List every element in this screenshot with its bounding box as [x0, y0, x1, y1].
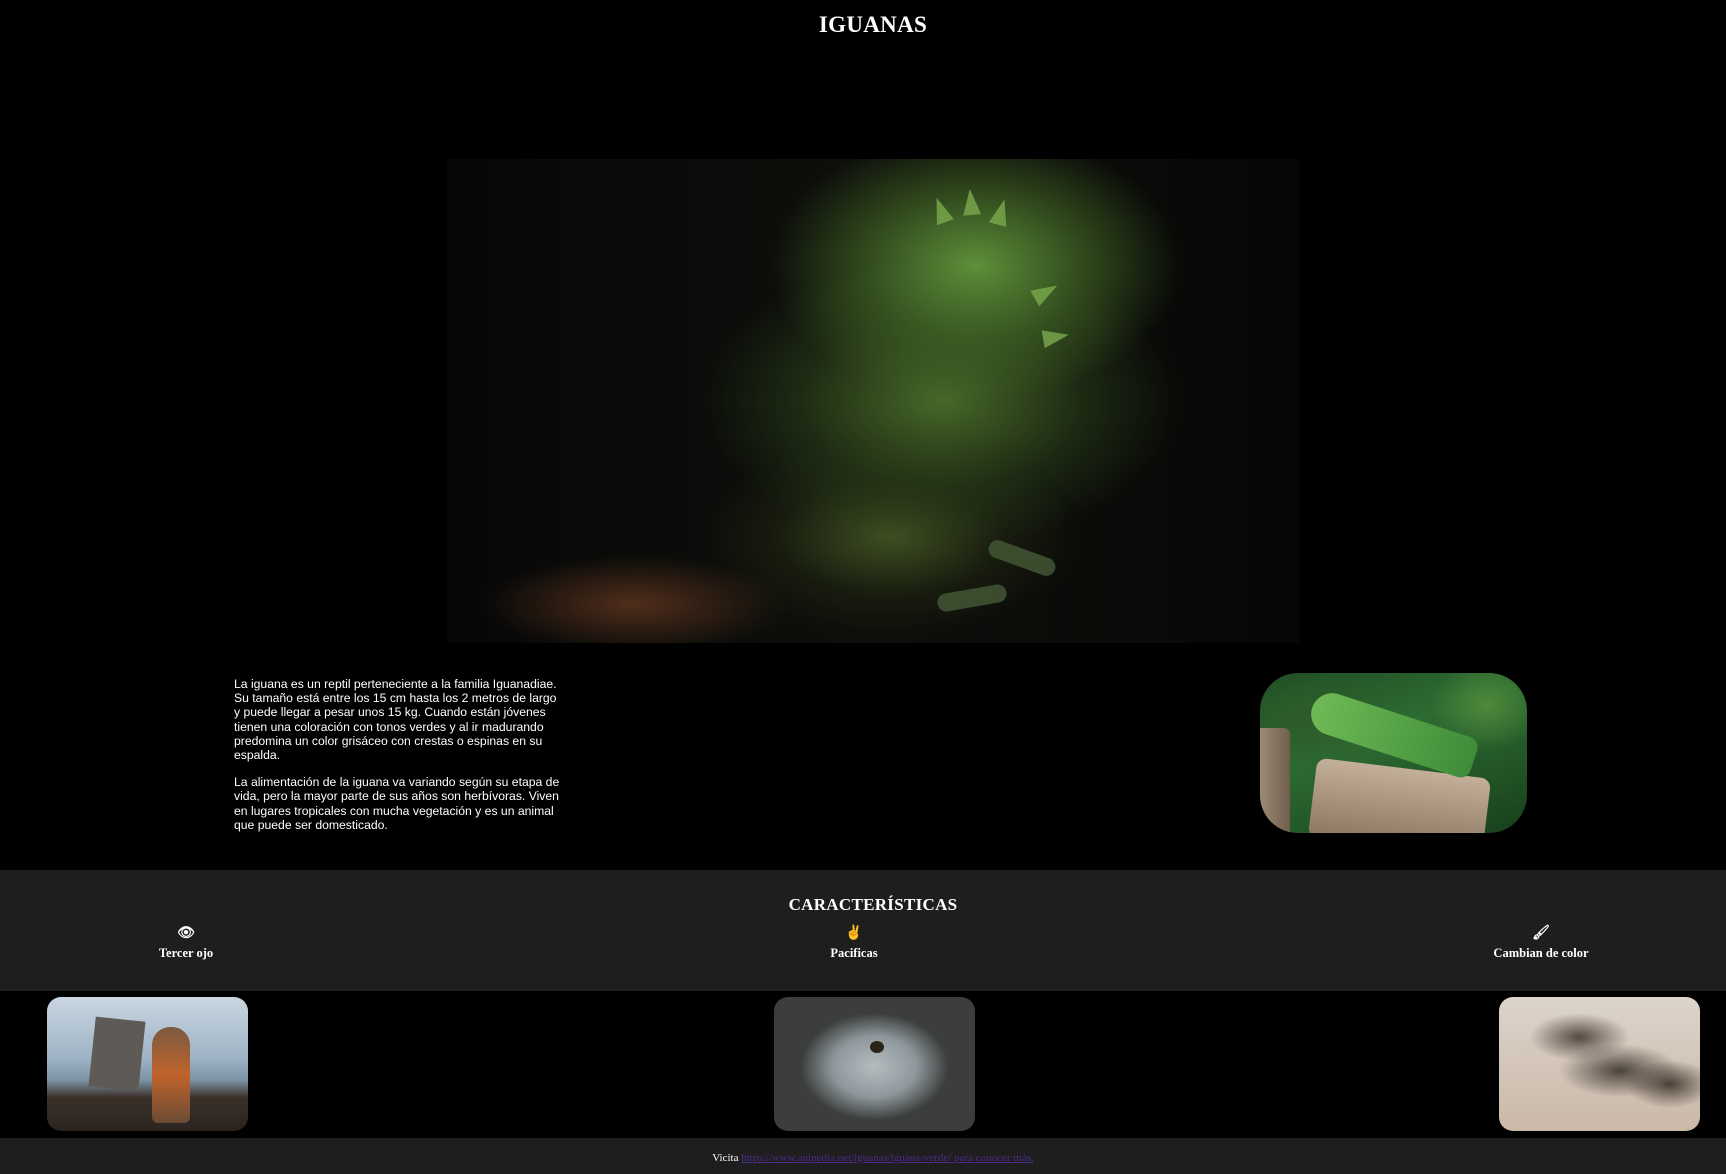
- anipedia-link[interactable]: https://www.anipedia.net/iguanas/iguana-…: [741, 1152, 1034, 1164]
- feature-label: Pacificas: [830, 946, 878, 960]
- wooden-post: [88, 1016, 146, 1092]
- features-title: CARACTERÍSTICAS: [788, 895, 958, 914]
- hero-claw: [986, 537, 1058, 579]
- paintbrush-icon: 🖌: [1532, 926, 1550, 941]
- footer: Vicita https://www.anipedia.net/iguanas/…: [0, 1138, 1726, 1174]
- intro-paragraph-1: La iguana es un reptil perteneciente a l…: [234, 677, 557, 763]
- hero-claw: [935, 583, 1009, 613]
- iguana-eye: [870, 1041, 884, 1053]
- feature-label: Cambian de color: [1493, 946, 1589, 960]
- hero-crest-spike: [988, 197, 1014, 227]
- iguanas-on-sand-image: [1499, 997, 1700, 1131]
- hero-crest-spike: [1030, 277, 1062, 307]
- iguana-shape: [152, 1027, 190, 1123]
- page-title: IGUANAS: [818, 12, 928, 37]
- intro-paragraph-2: La alimentación de la iguana va variando…: [234, 775, 560, 832]
- hero-crest-spike: [1041, 325, 1071, 349]
- stump-left: [1260, 728, 1290, 833]
- feature-peaceful: ✌ Pacificas: [804, 926, 904, 961]
- features-section: CARACTERÍSTICAS 👁 Tercer ojo ✌ Pacificas…: [0, 870, 1726, 991]
- peace-hand-icon: ✌: [845, 926, 863, 941]
- feature-change-color: 🖌 Cambian de color: [1480, 926, 1602, 961]
- iguana-head-closeup-image: [774, 997, 975, 1131]
- footer-prefix: Vicita: [712, 1152, 739, 1164]
- intro-text: La iguana es un reptil perteneciente a l…: [234, 677, 564, 845]
- iguana-by-sea-image: [47, 997, 248, 1131]
- hero-crest-spike: [960, 188, 982, 216]
- eye-icon: 👁: [177, 926, 195, 941]
- hero-crest-spike: [928, 194, 954, 226]
- hero-iguana-image: [447, 159, 1300, 643]
- feature-label: Tercer ojo: [158, 946, 214, 960]
- feature-third-eye: 👁 Tercer ojo: [136, 926, 236, 961]
- green-iguana-on-stump-image: [1260, 673, 1527, 833]
